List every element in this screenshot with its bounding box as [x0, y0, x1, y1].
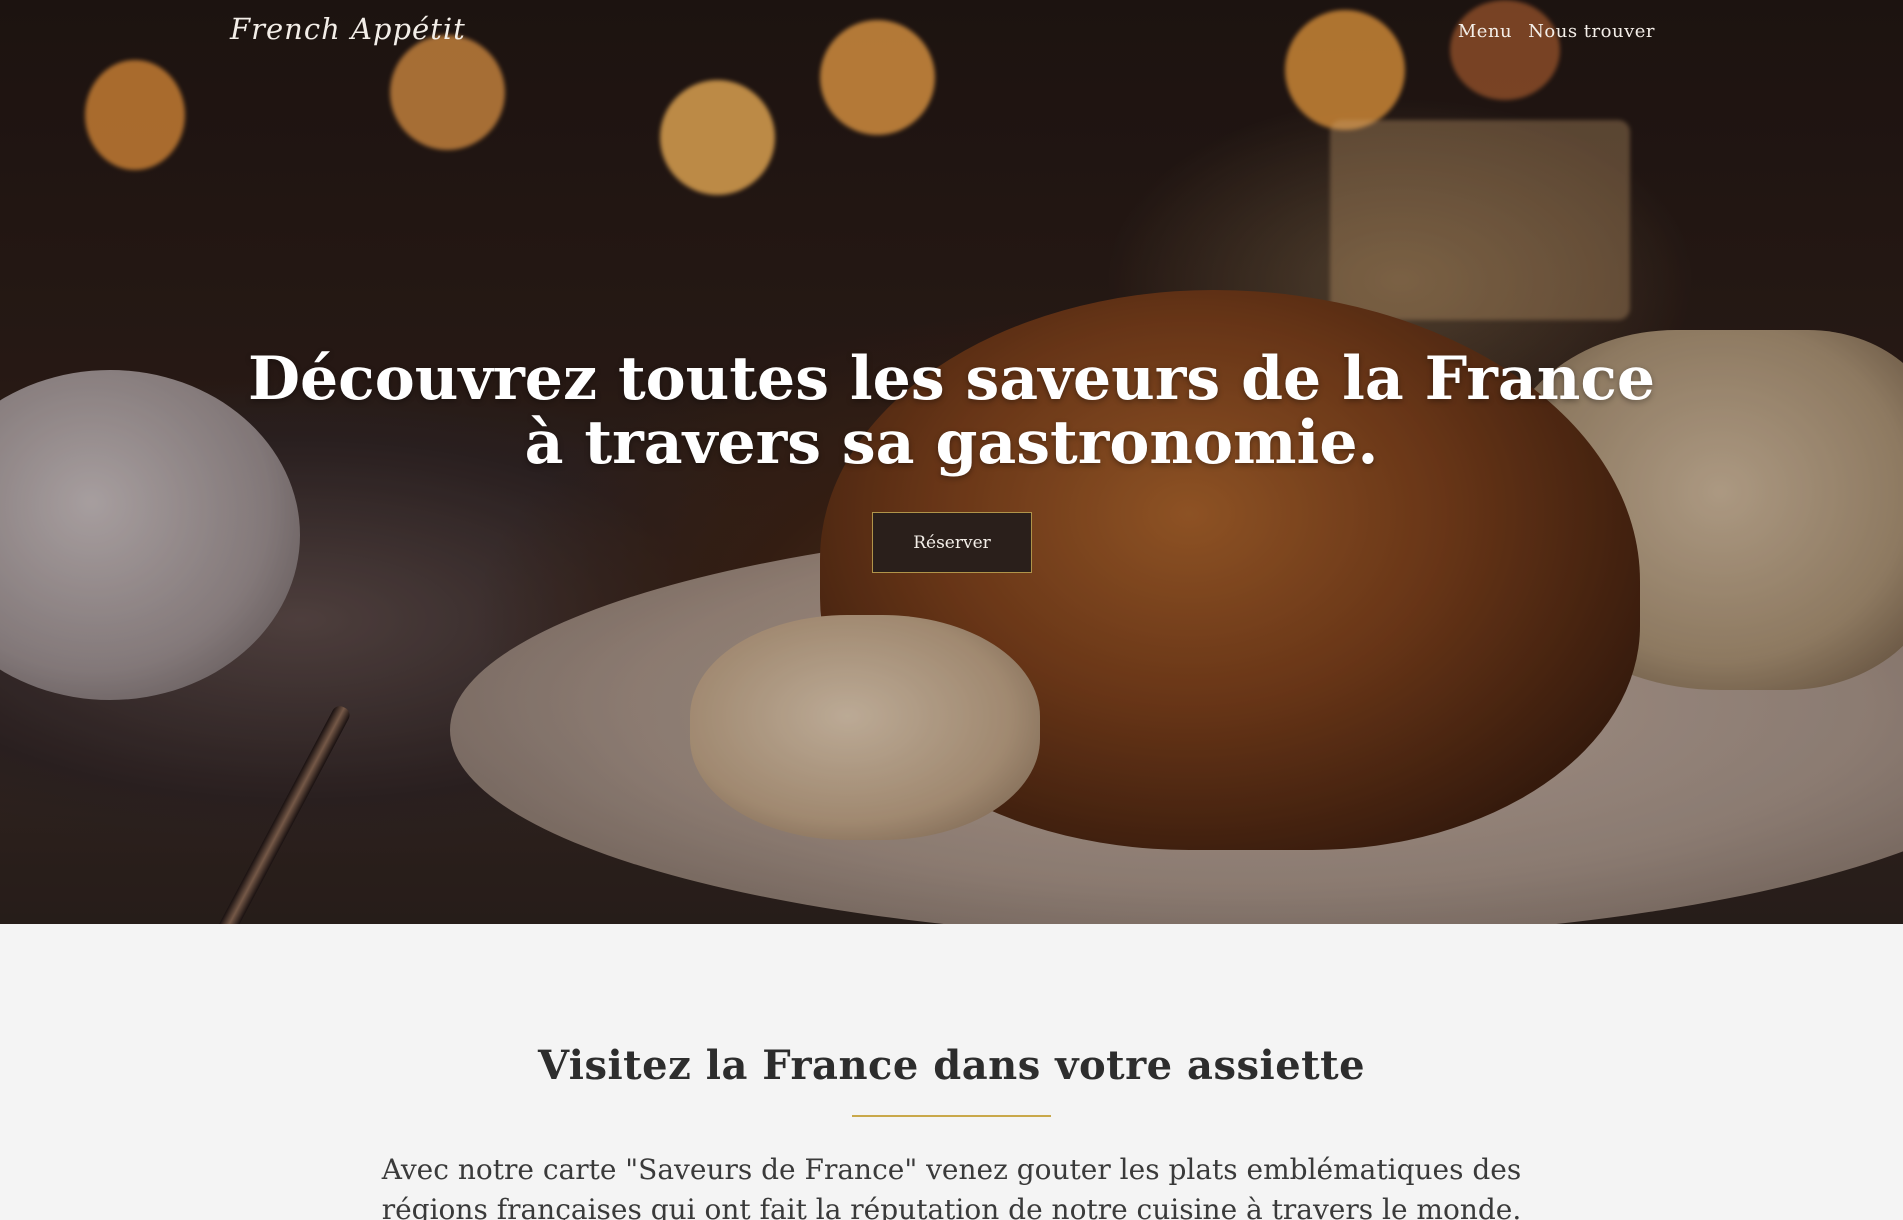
- reserve-button[interactable]: Réserver: [872, 512, 1032, 573]
- hero-title: Découvrez toutes les saveurs de la Franc…: [247, 344, 1656, 478]
- nav-link-menu[interactable]: Menu: [1458, 21, 1512, 42]
- section-title: Visitez la France dans votre assiette: [537, 1042, 1366, 1089]
- top-navigation: French Appétit Menu Nous trouver: [0, 0, 1903, 64]
- hero-section: French Appétit Menu Nous trouver Découvr…: [0, 0, 1903, 924]
- intro-section: Visitez la France dans votre assiette Av…: [0, 924, 1903, 1220]
- brand-logo[interactable]: French Appétit: [230, 12, 466, 46]
- nav-links: Menu Nous trouver: [1458, 21, 1655, 42]
- title-divider: [852, 1115, 1051, 1117]
- intro-paragraph: Avec notre carte "Saveurs de France" ven…: [381, 1153, 1522, 1220]
- nav-link-nous-trouver[interactable]: Nous trouver: [1528, 21, 1655, 42]
